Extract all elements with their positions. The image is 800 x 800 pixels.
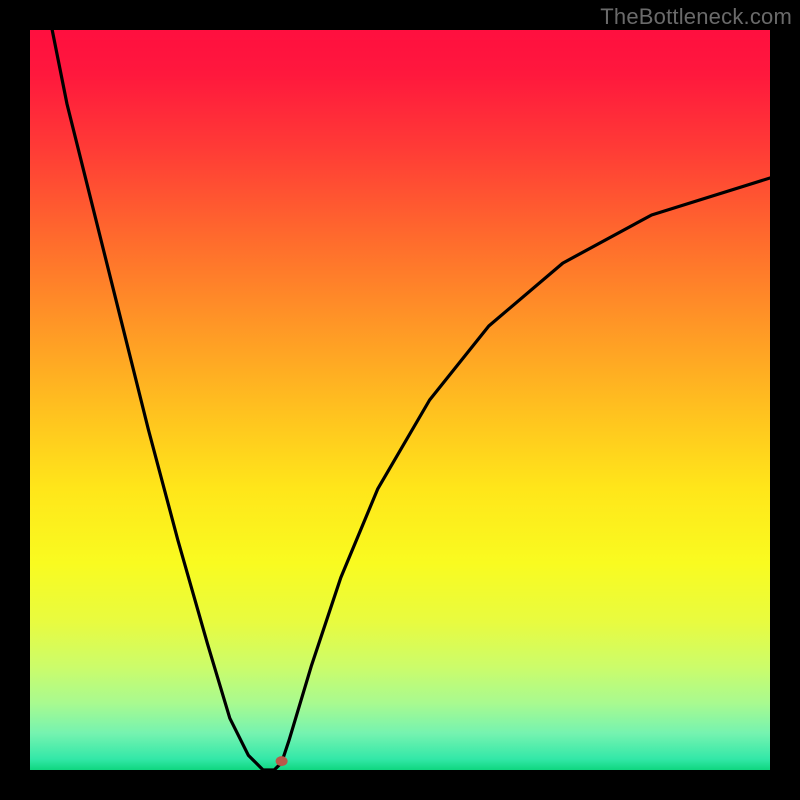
plot-area bbox=[30, 30, 770, 770]
optimal-point-marker bbox=[276, 756, 288, 766]
outer-frame: TheBottleneck.com bbox=[0, 0, 800, 800]
bottleneck-chart bbox=[30, 30, 770, 770]
watermark-text: TheBottleneck.com bbox=[600, 4, 792, 30]
